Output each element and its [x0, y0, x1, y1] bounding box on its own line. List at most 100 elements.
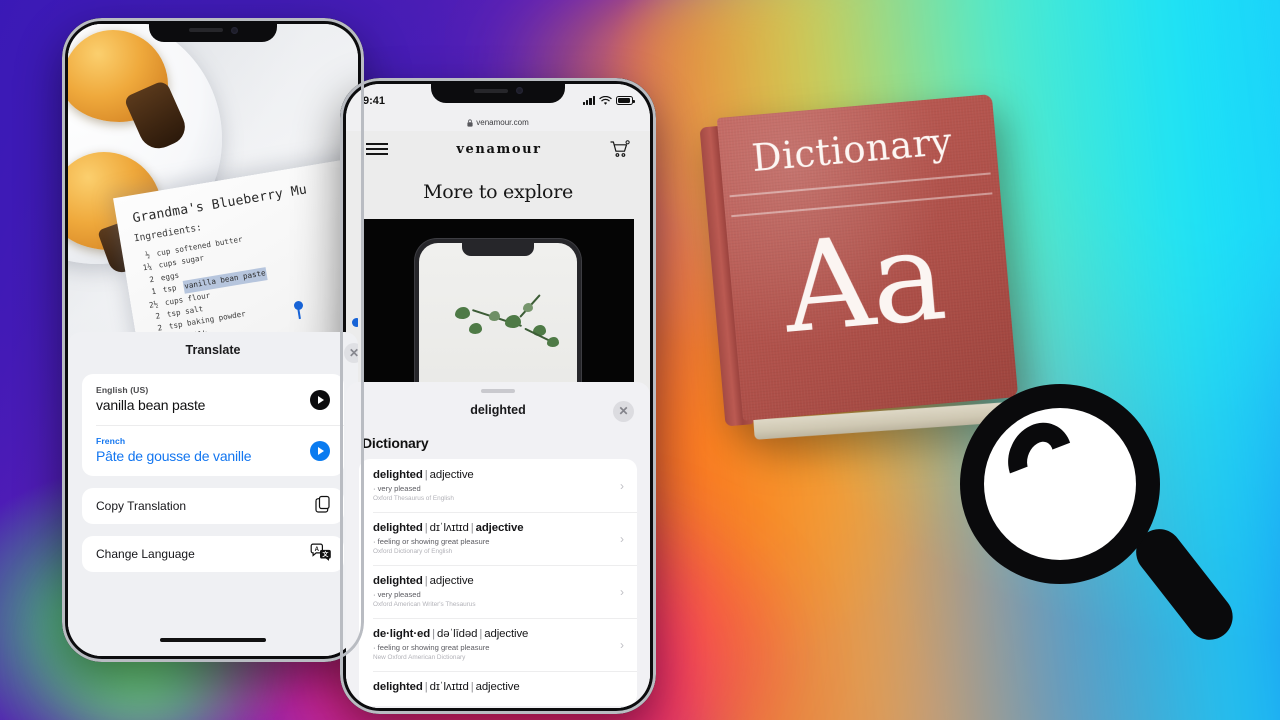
chevron-right-icon: ›: [620, 637, 624, 652]
entry-separator: |: [424, 681, 428, 693]
copy-icon: [315, 495, 332, 517]
leaf-icon: [547, 337, 559, 347]
leaf-icon: [505, 315, 521, 328]
entry-pos: adjective: [475, 522, 524, 534]
entry-ipa: dɪˈlʌɪtɪd: [429, 522, 469, 534]
entry-separator: |: [424, 575, 428, 587]
entry-word: de·light·ed: [373, 628, 431, 640]
earpiece-speaker: [188, 28, 223, 32]
entry-word: delighted: [373, 681, 423, 693]
chevron-right-icon: ›: [620, 478, 624, 493]
dictionary-sheet-header: delighted ✕: [346, 393, 650, 429]
entry-headword-line: delighted | adjective: [373, 575, 607, 587]
entry-ipa: dəˈlīdəd: [436, 628, 478, 640]
close-icon[interactable]: ✕: [344, 343, 358, 363]
browser-url-bar[interactable]: venamour.com: [346, 114, 650, 131]
selection-handle-start[interactable]: [294, 301, 303, 310]
entry-separator: |: [432, 628, 435, 640]
leaf-icon: [523, 303, 533, 312]
notch: [149, 18, 277, 42]
copy-translation-label: Copy Translation: [96, 499, 187, 513]
front-camera-icon: [230, 26, 238, 34]
wifi-icon: [599, 95, 612, 105]
play-triangle: [318, 446, 324, 455]
entry-definition: · very pleased: [373, 483, 421, 493]
dictionary-entry[interactable]: delighted | dɪˈlʌɪtɪd | adjective · feeling …: [359, 512, 637, 565]
selection-handle-end[interactable]: [352, 318, 358, 327]
entry-separator: |: [470, 522, 474, 534]
dictionary-entry-list: delighted | adjective · very pleased Oxfor…: [359, 459, 637, 706]
entry-pos: adjective: [429, 469, 474, 481]
dictionary-entry[interactable]: delighted | adjective · very pleased Oxfor…: [359, 459, 637, 512]
chevron-right-icon: ›: [620, 531, 624, 546]
status-time: 9:41: [363, 94, 386, 107]
entry-word: delighted: [373, 575, 423, 587]
browser-url: venamour.com: [476, 118, 529, 127]
play-triangle: [318, 395, 324, 404]
entry-pos: adjective: [429, 575, 474, 587]
entry-separator: |: [424, 469, 428, 481]
translation-target-row[interactable]: French Pâte de gousse de vanille: [82, 425, 344, 476]
cart-icon[interactable]: [610, 140, 630, 158]
chevron-right-icon: ›: [620, 584, 624, 599]
looked-up-word: delighted: [470, 403, 526, 417]
magnifying-glass-icon: [952, 384, 1244, 670]
site-brand-logo[interactable]: venamour: [456, 142, 541, 157]
play-target-audio-icon[interactable]: [310, 440, 330, 461]
copy-translation-button[interactable]: Copy Translation: [82, 488, 344, 524]
right-phone-screen: 9:41 venamour.com venamour More to explo…: [346, 84, 650, 708]
entry-ipa: dɪˈlʌɪtɪd: [429, 681, 469, 693]
section-title: More to explore: [423, 181, 573, 203]
left-phone-device: Grandma's Blueberry Mu Ingredients: ½ cu…: [62, 18, 364, 662]
left-phone-screen: Grandma's Blueberry Mu Ingredients: ½ cu…: [68, 24, 358, 656]
cellular-signal-icon: [582, 96, 595, 105]
battery-icon: [616, 96, 635, 105]
site-header: venamour: [346, 131, 650, 167]
entry-separator: |: [470, 681, 474, 693]
dictionary-entry[interactable]: delighted | adjective · very pleased Oxfor…: [359, 565, 637, 618]
status-icons: [582, 95, 635, 106]
close-icon[interactable]: ✕: [613, 401, 634, 422]
dictionary-sheet: delighted ✕ Dictionary delighted | adjecti…: [346, 382, 650, 708]
entry-pos: adjective: [475, 681, 520, 693]
dictionary-entry[interactable]: de·light·ed | dəˈlīdəd | adjective · feeling…: [359, 618, 637, 671]
entry-pos: adjective: [484, 628, 529, 640]
hamburger-menu-icon[interactable]: [366, 143, 388, 155]
translation-card: English (US) vanilla bean paste French P…: [82, 374, 344, 476]
translate-sheet: Translate ✕ English (US) vanilla bean pa…: [68, 332, 358, 656]
lock-icon: [467, 118, 473, 127]
entry-definition: · feeling or showing great pleasure: [373, 642, 490, 652]
entry-source: Oxford American Writer's Thesaurus: [373, 601, 476, 608]
change-language-icon: A 文: [310, 543, 332, 565]
dictionary-entry[interactable]: delighted | dɪˈlʌɪtɪd | adjective: [359, 671, 637, 706]
play-source-audio-icon[interactable]: [310, 389, 330, 410]
entry-word: delighted: [373, 522, 423, 534]
home-indicator: [160, 638, 266, 642]
magnifier-handle: [1126, 519, 1242, 650]
entry-headword-line: delighted | adjective: [373, 469, 607, 481]
promo-image[interactable]: [362, 219, 634, 409]
translation-source-row[interactable]: English (US) vanilla bean paste: [82, 374, 344, 425]
front-camera-icon: [515, 87, 523, 94]
translate-sheet-header: Translate ✕: [68, 332, 358, 374]
source-text: vanilla bean paste: [96, 397, 206, 413]
leaf-icon: [489, 311, 500, 321]
target-language-label: French: [96, 436, 126, 446]
right-phone-device: 9:41 venamour.com venamour More to explo…: [340, 78, 656, 714]
entry-source: New Oxford American Dictionary: [373, 654, 466, 661]
svg-text:A: A: [315, 547, 320, 553]
entry-source: Oxford Thesaurus of English: [373, 495, 454, 502]
entry-source: Oxford Dictionary of English: [373, 548, 453, 555]
translate-title: Translate: [185, 343, 241, 357]
entry-headword-line: delighted | dɪˈlʌɪtɪd | adjective: [373, 522, 607, 534]
leaf-icon: [469, 323, 482, 334]
notch: [431, 78, 565, 103]
entry-definition: · very pleased: [373, 589, 421, 599]
entry-separator: |: [424, 522, 428, 534]
change-language-button[interactable]: Change Language A 文: [82, 536, 344, 572]
entry-word: delighted: [373, 469, 423, 481]
promo-notch: [462, 243, 534, 256]
earpiece-speaker: [473, 88, 508, 93]
entry-headword-line: de·light·ed | dəˈlīdəd | adjective: [373, 628, 607, 640]
change-language-label: Change Language: [96, 547, 195, 561]
